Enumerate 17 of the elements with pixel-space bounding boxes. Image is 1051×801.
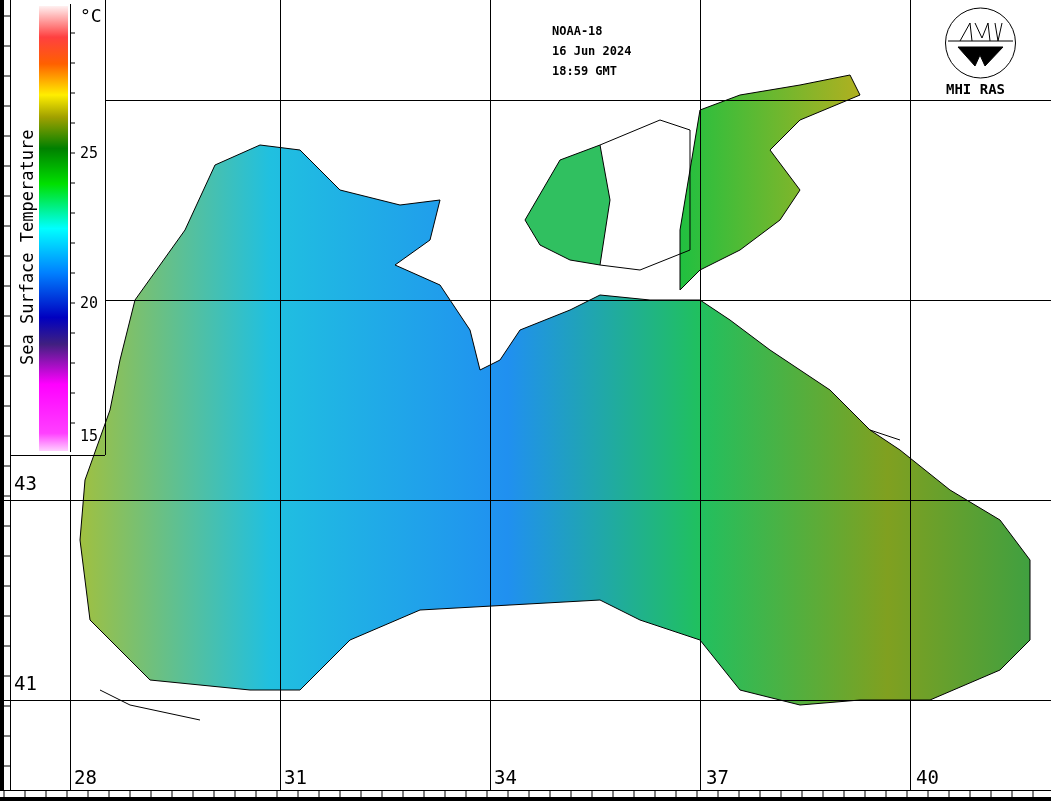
- institute-logo-icon: [945, 7, 1016, 79]
- logo-label: MHI RAS: [946, 81, 1005, 97]
- unit-label: °C: [80, 5, 102, 26]
- satellite-label: NOAA-18: [552, 24, 603, 38]
- longitude-label: 34: [494, 766, 517, 788]
- latitude-label: 43: [14, 472, 37, 494]
- colorbar-tick-label: 25: [80, 144, 99, 162]
- colorbar-tick-label: 15: [80, 427, 99, 445]
- date-label: 16 Jun 2024: [552, 44, 632, 58]
- longitude-label: 37: [706, 766, 729, 788]
- longitude-label: 40: [916, 766, 939, 788]
- legend-title: Sea Surface Temperature: [17, 129, 37, 365]
- colorbar-tick-label: 20: [80, 294, 99, 312]
- longitude-label: 31: [284, 766, 307, 788]
- time-label: 18:59 GMT: [552, 64, 618, 78]
- latitude-label: 41: [14, 672, 37, 694]
- longitude-label: 28: [74, 766, 97, 788]
